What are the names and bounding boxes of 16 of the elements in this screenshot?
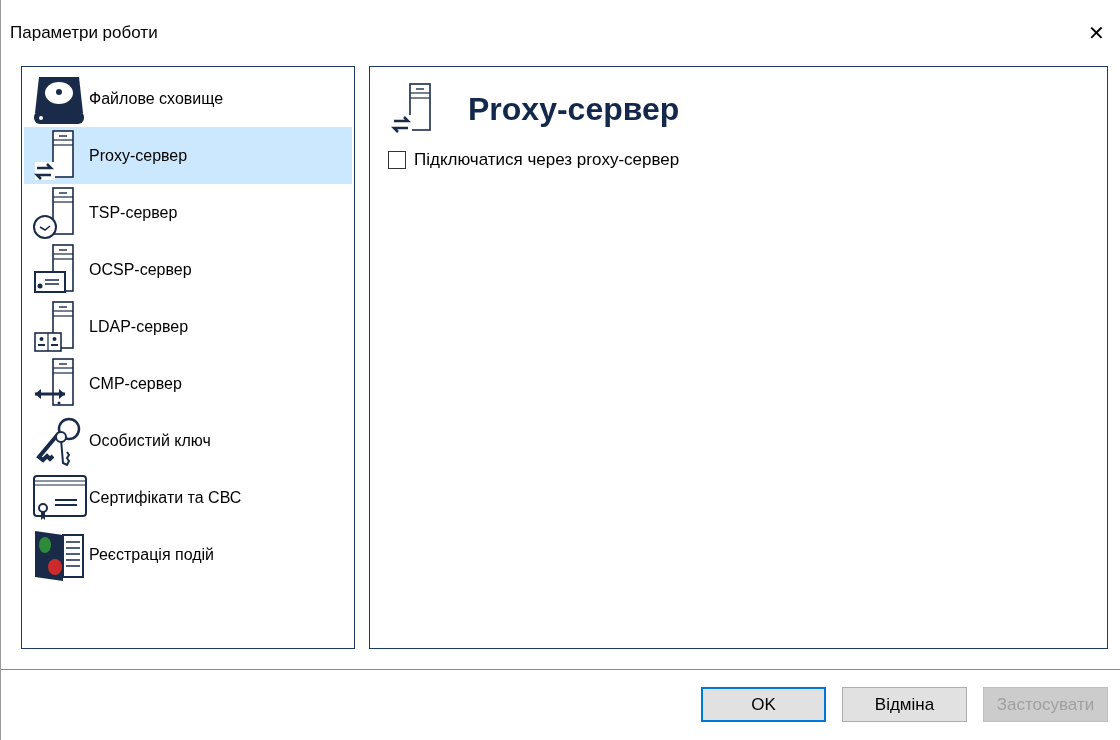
category-item[interactable]: Сертифікати та СВС	[24, 469, 352, 526]
category-item[interactable]: Файлове сховище	[24, 70, 352, 127]
window-title: Параметри роботи	[10, 22, 158, 45]
category-item[interactable]: OCSP-сервер	[24, 241, 352, 298]
dialog-button[interactable]: Відміна	[842, 687, 967, 722]
checkbox[interactable]	[388, 150, 406, 169]
panel-title: Proxy-сервер	[468, 90, 680, 129]
category-item[interactable]: LDAP-сервер	[24, 298, 352, 355]
dialog-button[interactable]: OK	[701, 687, 826, 722]
category-item[interactable]: Особистий ключ	[24, 412, 352, 469]
proxy-checkbox[interactable]: Підключатися через proxy-сервер	[388, 147, 1107, 173]
category-item[interactable]: TSP-сервер	[24, 184, 352, 241]
category-item[interactable]: Proxy-сервер	[24, 127, 352, 184]
category-item[interactable]: Реєстрація подій	[24, 526, 352, 583]
close-button[interactable]: ✕	[1078, 15, 1114, 51]
category-item[interactable]: CMP-сервер	[24, 355, 352, 412]
